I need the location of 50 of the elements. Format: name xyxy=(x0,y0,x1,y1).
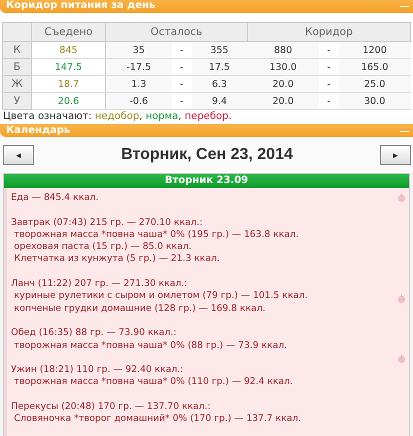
table-cell: 1.3 xyxy=(106,76,172,92)
food-item: Клетчатка из кунжута (5 гр.) — 21.3 ккал. xyxy=(13,253,221,266)
table-cell: 9.4 xyxy=(192,92,248,110)
table-cell: 17.5 xyxy=(192,58,248,76)
food-item: творожная масса *повна чаша* 0% (110 гр.) — 92.4 ккал. xyxy=(13,376,294,389)
table-cell: 165.0 xyxy=(338,58,410,76)
next-button[interactable]: ► xyxy=(380,145,411,165)
table-cell: 355 xyxy=(192,42,248,58)
panel-title: Календарь xyxy=(6,124,70,136)
apple-icon xyxy=(397,294,406,303)
table-cell: 25.0 xyxy=(338,76,410,92)
food-item: ореховая паста (15 гр.) — 85.0 ккал. xyxy=(13,241,193,254)
column-header: Съедено xyxy=(32,22,106,42)
food-item: творожная масса *повна чаша* 0% (88 гр.) — 73.9 ккал. xyxy=(13,340,288,352)
table-cell: 20.0 xyxy=(247,92,319,110)
table-cell: 130.0 xyxy=(247,58,319,76)
table-cell: -17.5 xyxy=(106,58,172,76)
day-header: Вторник 23.09 xyxy=(4,174,409,188)
table-cell: 1200 xyxy=(338,42,410,58)
meal-title: Перекусы (20:48) 170 гр. — 137.70 ккал.: xyxy=(11,401,212,414)
meal-title: Ланч (11:22) 207 гр. — 271.30 ккал.: xyxy=(11,278,188,290)
column-header: Осталось xyxy=(106,22,248,42)
table-cell: 845 xyxy=(32,42,106,58)
date-title: Вторник, Сен 23, 2014 xyxy=(121,146,293,164)
food-item: куриные рулетики с сыром и омлетом (79 гр.) — 101.5 ккал. xyxy=(13,290,309,303)
food-total: Еда — 845.4 ккал. xyxy=(11,192,100,204)
food-item: Словяночка *творог домашний* 0% (170 гр.) — 137.7 ккал. xyxy=(13,413,302,426)
row-label: У xyxy=(2,92,32,110)
apple-icon xyxy=(397,193,406,202)
food-item: творожная масса *повна чаша* 0% (195 гр.) — 163.8 ккал. xyxy=(13,228,300,242)
table-cell: 35 xyxy=(106,42,172,58)
table-cell: 6.3 xyxy=(192,76,248,92)
row-label: Ж xyxy=(2,76,32,92)
previous-button[interactable]: ◄ xyxy=(3,145,34,165)
panel-title: Коридор питания за день xyxy=(6,0,156,12)
table-cell: -0.6 xyxy=(106,92,172,110)
legend-text: Цвета означают: недобор, норма, перебор. xyxy=(0,110,413,124)
meal-title: Завтрак (07:43) 215 гр. — 270.10 ккал.: xyxy=(11,216,204,229)
table-cell: 880 xyxy=(247,42,319,58)
table-cell: 30.0 xyxy=(338,92,410,110)
table-cell: 18.7 xyxy=(32,76,106,92)
column-header: Коридор xyxy=(247,22,410,42)
row-label: К xyxy=(2,42,32,58)
apple-icon xyxy=(397,354,406,363)
food-item: копченые грудки домашние (128 гр.) — 169.8 ккал. xyxy=(13,302,266,315)
row-label: Б xyxy=(2,58,32,76)
meal-title: Обед (16:35) 88 гр. — 73.90 ккал.: xyxy=(11,327,178,340)
meal-title: Ужин (18:21) 110 гр. — 92.40 ккал.: xyxy=(11,364,184,376)
table-cell: 20.0 xyxy=(247,76,319,92)
table-cell: 147.5 xyxy=(32,58,106,76)
